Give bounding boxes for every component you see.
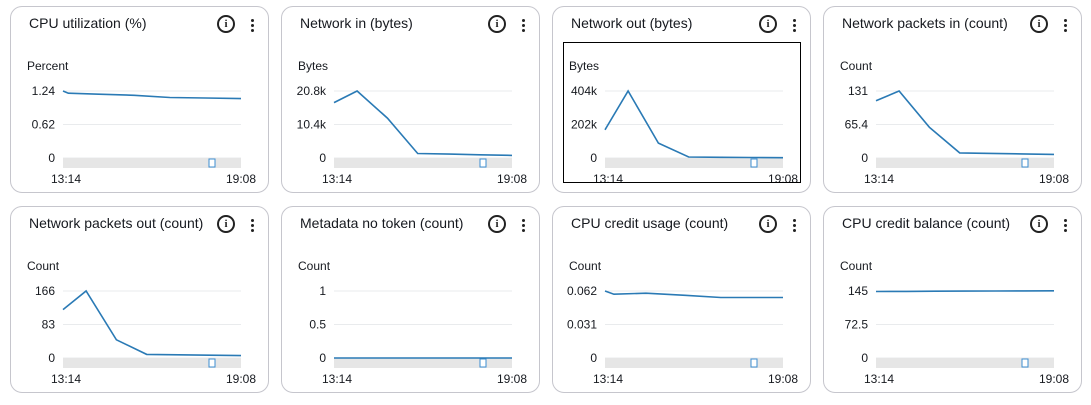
y-tick-label: 0 <box>319 151 326 165</box>
x-tick-label: 19:08 <box>768 372 798 386</box>
x-tick-label: 19:08 <box>226 372 256 386</box>
widget-network-out-bytes[interactable]: Network out (bytes) i Bytes 404k 202k 0 13:14 1… <box>552 6 811 193</box>
y-tick-label: 202k <box>571 118 598 132</box>
x-tick-label: 13:14 <box>322 172 352 186</box>
x-tick-label: 19:08 <box>497 172 527 186</box>
range-drag-handle[interactable] <box>1021 358 1029 368</box>
x-tick-label: 19:08 <box>497 372 527 386</box>
series-line <box>62 289 242 357</box>
y-tick-label: 0.62 <box>32 118 56 132</box>
widget-network-packets-in-count[interactable]: Network packets in (count) i Count 131 65.4 0… <box>823 6 1082 193</box>
y-tick-label: 1 <box>319 284 326 298</box>
y-tick-label: 0 <box>590 151 597 165</box>
series-line <box>604 290 783 299</box>
x-tick-label: 13:14 <box>593 172 623 186</box>
metric-chart: 1 0.5 0 13:14 19:08 <box>309 284 527 386</box>
series-line <box>333 90 513 157</box>
y-tick-label: 65.4 <box>845 118 869 132</box>
widget-network-packets-out-count[interactable]: Network packets out (count) i Count 166 83 0 1… <box>10 206 269 393</box>
y-tick-label: 83 <box>42 318 56 332</box>
y-tick-label: 10.4k <box>297 118 327 132</box>
metric-chart: 20.8k 10.4k 0 13:14 19:08 <box>297 84 528 186</box>
metric-chart: 145 72.5 0 13:14 19:08 <box>845 284 1070 386</box>
y-tick-label: 0 <box>48 151 55 165</box>
y-tick-label: 0 <box>319 351 326 365</box>
range-drag-handle[interactable] <box>208 158 216 168</box>
range-drag-handle[interactable] <box>208 358 216 368</box>
range-drag-handle[interactable] <box>750 358 758 368</box>
y-tick-label: 0.031 <box>567 318 597 332</box>
y-tick-label: 0.5 <box>309 318 326 332</box>
x-tick-label: 13:14 <box>322 372 352 386</box>
y-tick-label: 0.062 <box>567 284 597 298</box>
metric-chart: 0.062 0.031 0 13:14 19:08 <box>567 284 798 386</box>
y-tick-label: 131 <box>848 84 868 98</box>
y-tick-label: 20.8k <box>297 84 327 98</box>
x-tick-label: 13:14 <box>593 372 623 386</box>
x-tick-label: 19:08 <box>1039 372 1069 386</box>
widget-metadata-no-token-count[interactable]: Metadata no token (count) i Count 1 0.5 0 13:1… <box>281 206 540 393</box>
y-tick-label: 1.24 <box>32 84 56 98</box>
range-drag-handle[interactable] <box>479 158 487 168</box>
y-tick-label: 404k <box>571 84 598 98</box>
y-tick-label: 145 <box>848 284 868 298</box>
metric-chart: 166 83 0 13:14 19:08 <box>35 284 256 386</box>
widget-cpu-utilization[interactable]: CPU utilization (%) i Percent 1.24 0.62 0 13:1… <box>10 6 269 193</box>
x-tick-label: 13:14 <box>864 372 894 386</box>
y-tick-label: 0 <box>590 351 597 365</box>
x-tick-label: 13:14 <box>51 372 81 386</box>
x-tick-label: 19:08 <box>1039 172 1069 186</box>
series-line <box>62 90 242 100</box>
widget-network-in-bytes[interactable]: Network in (bytes) i Bytes 20.8k 10.4k 0 13:14… <box>281 6 540 193</box>
metric-chart: 1.24 0.62 0 13:14 19:08 <box>32 84 257 186</box>
y-tick-label: 0 <box>861 351 868 365</box>
y-tick-label: 0 <box>861 151 868 165</box>
series-line <box>875 290 1055 293</box>
widget-cpu-credit-balance-count[interactable]: CPU credit balance (count) i Count 145 72.5 0… <box>823 206 1082 393</box>
range-drag-handle[interactable] <box>479 358 487 368</box>
metric-chart: 404k 202k 0 13:14 19:08 <box>571 84 798 186</box>
metrics-dashboard: CPU utilization (%) i Percent 1.24 0.62 0 13:1… <box>0 0 1091 405</box>
x-tick-label: 19:08 <box>226 172 256 186</box>
y-tick-label: 72.5 <box>845 318 869 332</box>
x-tick-label: 19:08 <box>768 172 798 186</box>
widget-cpu-credit-usage-count[interactable]: CPU credit usage (count) i Count 0.062 0.031… <box>552 206 811 393</box>
range-drag-handle[interactable] <box>1021 158 1029 168</box>
y-tick-label: 0 <box>48 351 55 365</box>
y-tick-label: 166 <box>35 284 55 298</box>
series-line <box>875 90 1055 156</box>
range-drag-handle[interactable] <box>750 158 758 168</box>
metric-chart: 131 65.4 0 13:14 19:08 <box>845 84 1070 186</box>
x-tick-label: 13:14 <box>864 172 894 186</box>
x-tick-label: 13:14 <box>51 172 81 186</box>
